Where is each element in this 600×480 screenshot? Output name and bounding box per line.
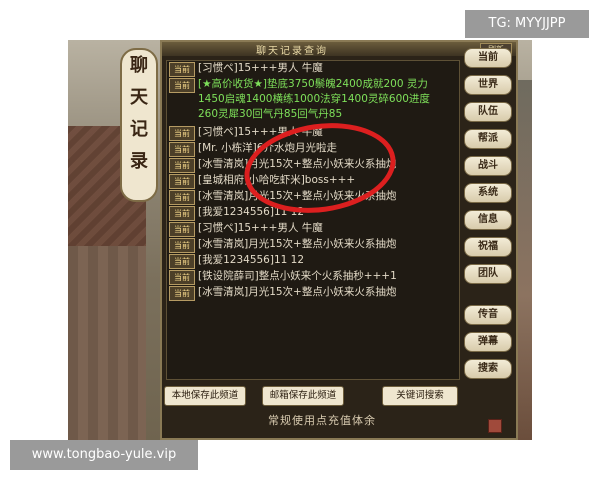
- game-screenshot: 聊 天 记 录 聊天记录查询 刷新 当前[习惯ペ]15+++男人 牛魔当前[★高…: [68, 40, 532, 440]
- tab-group[interactable]: 团队: [464, 264, 512, 284]
- tab-current[interactable]: 当前: [464, 48, 512, 68]
- tab-battle[interactable]: 战斗: [464, 156, 512, 176]
- vertical-tab-char: 天: [130, 87, 148, 108]
- chat-message[interactable]: 当前 [★高价收货★]垫底3750鬃魄2400成就200 灵力1450启魂1400…: [167, 77, 459, 124]
- channel-tag: 当前: [169, 142, 195, 157]
- chat-log-vertical-tab[interactable]: 聊 天 记 录: [120, 48, 158, 202]
- channel-nav: 当前世界队伍帮派战斗系统信息祝福团队 传音弹幕搜索: [460, 48, 512, 433]
- channel-tag: 当前: [169, 126, 195, 141]
- tab-search[interactable]: 搜索: [464, 359, 512, 379]
- tab-info[interactable]: 信息: [464, 210, 512, 230]
- chat-message-text: [我爱1234556]11 12: [198, 254, 305, 266]
- bottom-toolbar: 本地保存此频道 邮箱保存此频道 关键词搜索: [164, 386, 518, 406]
- chat-message[interactable]: 当前 [冰雪清岚]月光15次+整点小妖来火系抽炮: [167, 237, 459, 253]
- tab-system[interactable]: 系统: [464, 183, 512, 203]
- tab-team[interactable]: 队伍: [464, 102, 512, 122]
- watermark-top: TG: MYYJJPP: [465, 10, 589, 38]
- tab-bless[interactable]: 祝福: [464, 237, 512, 257]
- channel-tag: 当前: [169, 238, 195, 253]
- tab-guild[interactable]: 帮派: [464, 129, 512, 149]
- channel-tag: 当前: [169, 254, 195, 269]
- vertical-tab-char: 聊: [130, 55, 148, 76]
- tab-whisper[interactable]: 传音: [464, 305, 512, 325]
- vertical-tab-char: 记: [130, 119, 148, 140]
- chat-message[interactable]: 当前 [习惯ペ]15+++男人 牛魔: [167, 61, 459, 77]
- chat-message-text: [★高价收货★]垫底3750鬃魄2400成就200 灵力1450启魂1400横练…: [198, 78, 430, 120]
- channel-tag: 当前: [169, 78, 195, 93]
- channel-tag: 当前: [169, 222, 195, 237]
- watermark-bottom: www.tongbao-yule.vip: [10, 440, 198, 470]
- chat-message[interactable]: 当前 [冰雪清岚]月光15次+整点小妖来火系抽炮: [167, 285, 459, 301]
- channel-tag: 当前: [169, 158, 195, 173]
- chat-message[interactable]: 当前 [我爱1234556]11 12: [167, 253, 459, 269]
- channel-tag: 当前: [169, 206, 195, 221]
- save-mail-button[interactable]: 邮箱保存此频道: [262, 386, 344, 406]
- chat-message-text: [铁设院薛司]整点小妖来个火系抽秒+++1: [198, 270, 397, 282]
- seal-icon: [488, 419, 502, 433]
- vertical-tab-char: 录: [130, 151, 148, 172]
- background-wall: [68, 246, 146, 440]
- window-title: 聊天记录查询: [256, 46, 328, 57]
- save-local-button[interactable]: 本地保存此频道: [164, 386, 246, 406]
- tab-danmaku[interactable]: 弹幕: [464, 332, 512, 352]
- channel-tag: 当前: [169, 190, 195, 205]
- chat-message-text: [冰雪清岚]月光15次+整点小妖来火系抽炮: [198, 286, 397, 298]
- channel-tag: 当前: [169, 270, 195, 285]
- channel-tag: 当前: [169, 286, 195, 301]
- chat-message-text: [习惯ペ]15+++男人 牛魔: [198, 62, 323, 74]
- chat-message-text: [习惯ペ]15+++男人 牛魔: [198, 222, 323, 234]
- chat-message-list[interactable]: 当前 [习惯ペ]15+++男人 牛魔 当前 [★高价收货★]垫底3750鬃魄2400成…: [166, 60, 460, 380]
- tab-world[interactable]: 世界: [464, 75, 512, 95]
- keyword-search-button[interactable]: 关键词搜索: [382, 386, 458, 406]
- chat-message-text: [冰雪清岚]月光15次+整点小妖来火系抽炮: [198, 238, 397, 250]
- chat-message[interactable]: 当前 [铁设院薛司]整点小妖来个火系抽秒+++1: [167, 269, 459, 285]
- chat-log-window: 聊天记录查询 刷新 当前[习惯ペ]15+++男人 牛魔当前[★高价收货★]垫底3…: [160, 40, 518, 440]
- channel-tag: 当前: [169, 62, 195, 77]
- channel-tag: 当前: [169, 174, 195, 189]
- chat-message[interactable]: 当前 [习惯ペ]15+++男人 牛魔: [167, 221, 459, 237]
- footer-hint: 常规使用点充值体余: [268, 414, 376, 427]
